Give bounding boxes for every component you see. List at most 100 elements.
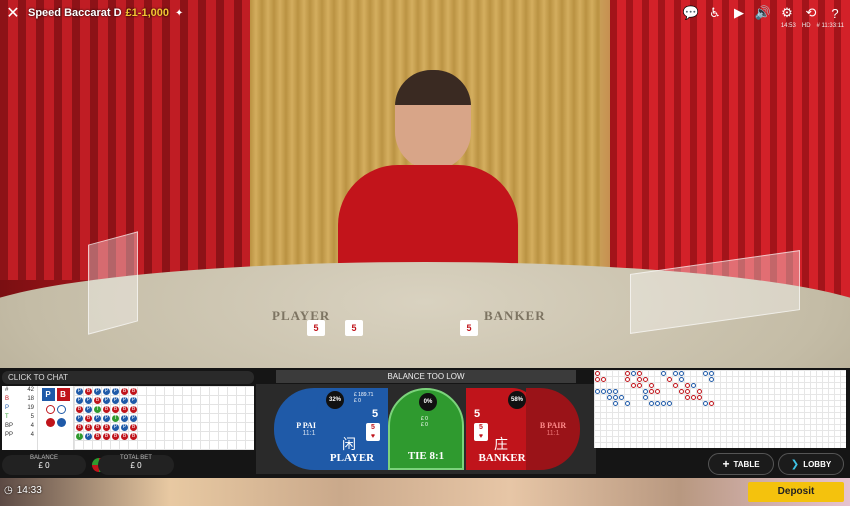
big-road-cell <box>619 395 624 400</box>
big-road-cell <box>655 383 660 388</box>
banker-score: 5 <box>474 408 481 420</box>
big-road-cell <box>691 383 696 388</box>
bead-road-dot: B <box>94 433 101 440</box>
tie-bet[interactable]: 0% £ 0 £ 0 TIE 8:1 <box>388 388 464 470</box>
total-bet-box: TOTAL BET £ 0 <box>98 455 174 475</box>
predict-banker-button[interactable]: B <box>56 388 70 401</box>
bead-road: PPBPBTBPPBBPPBTPBBPPBPBBPPBTPBBPBPPBBPBP… <box>74 386 254 450</box>
footer-clock: ◷ 14:33 <box>4 485 42 496</box>
predict-player-button[interactable]: P <box>41 388 55 401</box>
pin-icon[interactable]: ✦ <box>175 8 183 19</box>
big-road-cell <box>637 401 642 406</box>
big-road-cell <box>709 389 714 394</box>
chat-icon[interactable]: 💬 <box>680 3 702 23</box>
close-icon[interactable]: ✕ <box>2 2 24 24</box>
chat-input[interactable]: CLICK TO CHAT <box>2 371 254 384</box>
header-time: 14:53 <box>780 23 796 29</box>
player-han: 闲 <box>342 436 356 452</box>
big-road-cell <box>667 383 672 388</box>
big-road-cell <box>655 389 660 394</box>
history-icon[interactable]: ⟲ <box>800 3 822 23</box>
big-road-cell <box>655 401 660 406</box>
bead-road-dot: P <box>85 397 92 404</box>
big-road-cell <box>643 371 648 376</box>
total-bet-value: £ 0 <box>130 461 142 470</box>
bead-road-dot: B <box>121 388 128 395</box>
status-banner: BALANCE TOO LOW <box>276 370 576 383</box>
clock-icon: ◷ <box>4 485 13 496</box>
big-road-cell <box>595 389 600 394</box>
bead-road-dot: P <box>103 397 110 404</box>
player-card-2: 5 <box>345 320 363 336</box>
predict-big-eye <box>45 405 66 414</box>
big-road-cell <box>691 377 696 382</box>
deposit-button[interactable]: Deposit <box>748 482 844 502</box>
round-id: # 11:33:11 <box>816 23 844 29</box>
big-road-cell <box>667 401 672 406</box>
big-road-cell <box>685 395 690 400</box>
big-road-cell <box>703 401 708 406</box>
big-road-cell <box>673 401 678 406</box>
accessibility-icon[interactable]: ♿ <box>704 3 726 23</box>
video-icon[interactable]: ▶ <box>728 3 750 23</box>
statistics-board: #42 B 18 P 19 T5 BP 4 PP 4 P B PPBPBTBPPBBPP… <box>2 386 254 450</box>
big-road-cell <box>601 383 606 388</box>
bead-road-dot: P <box>112 424 119 431</box>
big-road-cell <box>697 377 702 382</box>
bead-road-dot: P <box>76 388 83 395</box>
bead-road-dot: P <box>130 397 137 404</box>
add-table-button[interactable]: + TABLE <box>708 453 774 475</box>
player-bet[interactable]: 32% £ 189.71 £ 0 5 闲 5 ♥ PLAYER <box>316 388 388 470</box>
bead-road-dot: B <box>121 433 128 440</box>
settings-icon[interactable]: ⚙ <box>776 3 798 23</box>
banker-han: 庄 <box>494 436 508 452</box>
big-road-cell <box>607 377 612 382</box>
big-road-cell <box>709 383 714 388</box>
bead-road-dot: B <box>85 415 92 422</box>
big-road-cell <box>601 401 606 406</box>
player-amounts: £ 189.71 £ 0 <box>354 392 374 404</box>
bead-road-dot: P <box>121 415 128 422</box>
big-road-cell <box>661 389 666 394</box>
big-road-cell <box>679 401 684 406</box>
stream-meta: 14:53 HD # 11:33:11 <box>781 23 844 29</box>
big-road-cell <box>607 371 612 376</box>
big-road-cell <box>631 371 636 376</box>
bead-road-dot: P <box>130 415 137 422</box>
bead-road-dot: P <box>76 415 83 422</box>
big-road-cell <box>595 371 600 376</box>
big-road-cell <box>709 377 714 382</box>
big-road-cell <box>649 395 654 400</box>
volume-icon[interactable]: 🔊 <box>752 3 774 23</box>
big-road-cell <box>673 377 678 382</box>
big-road-cell <box>649 383 654 388</box>
big-road-cell <box>643 377 648 382</box>
road-predictor[interactable]: P B <box>38 386 74 450</box>
banker-card-1: 5 <box>460 320 478 336</box>
big-road-cell <box>697 383 702 388</box>
bet-limits[interactable]: £1-1,000 <box>126 7 169 19</box>
right-curtain <box>610 0 850 300</box>
help-icon[interactable]: ? <box>824 3 846 23</box>
big-road-cell <box>685 401 690 406</box>
big-road-cell <box>595 377 600 382</box>
big-road-cell <box>649 389 654 394</box>
big-road-cell <box>673 371 678 376</box>
big-road-cell <box>637 395 642 400</box>
big-road-cell <box>613 383 618 388</box>
big-road-cell <box>619 389 624 394</box>
big-road-cell <box>625 389 630 394</box>
big-road-cell <box>655 377 660 382</box>
big-road-cell <box>631 383 636 388</box>
bead-road-dot: B <box>130 433 137 440</box>
big-road-cell <box>703 389 708 394</box>
big-road-scoreboard <box>594 370 846 448</box>
big-road-cell <box>613 395 618 400</box>
big-road-cell <box>679 395 684 400</box>
b-pair-bet[interactable]: B PAIR 11:1 <box>526 388 580 470</box>
lobby-button[interactable]: ❯ LOBBY <box>778 453 844 475</box>
big-road-cell <box>685 377 690 382</box>
player-mini-card: 5 ♥ <box>366 423 380 441</box>
big-road-cell <box>661 371 666 376</box>
quality-badge[interactable]: HD <box>802 23 811 29</box>
